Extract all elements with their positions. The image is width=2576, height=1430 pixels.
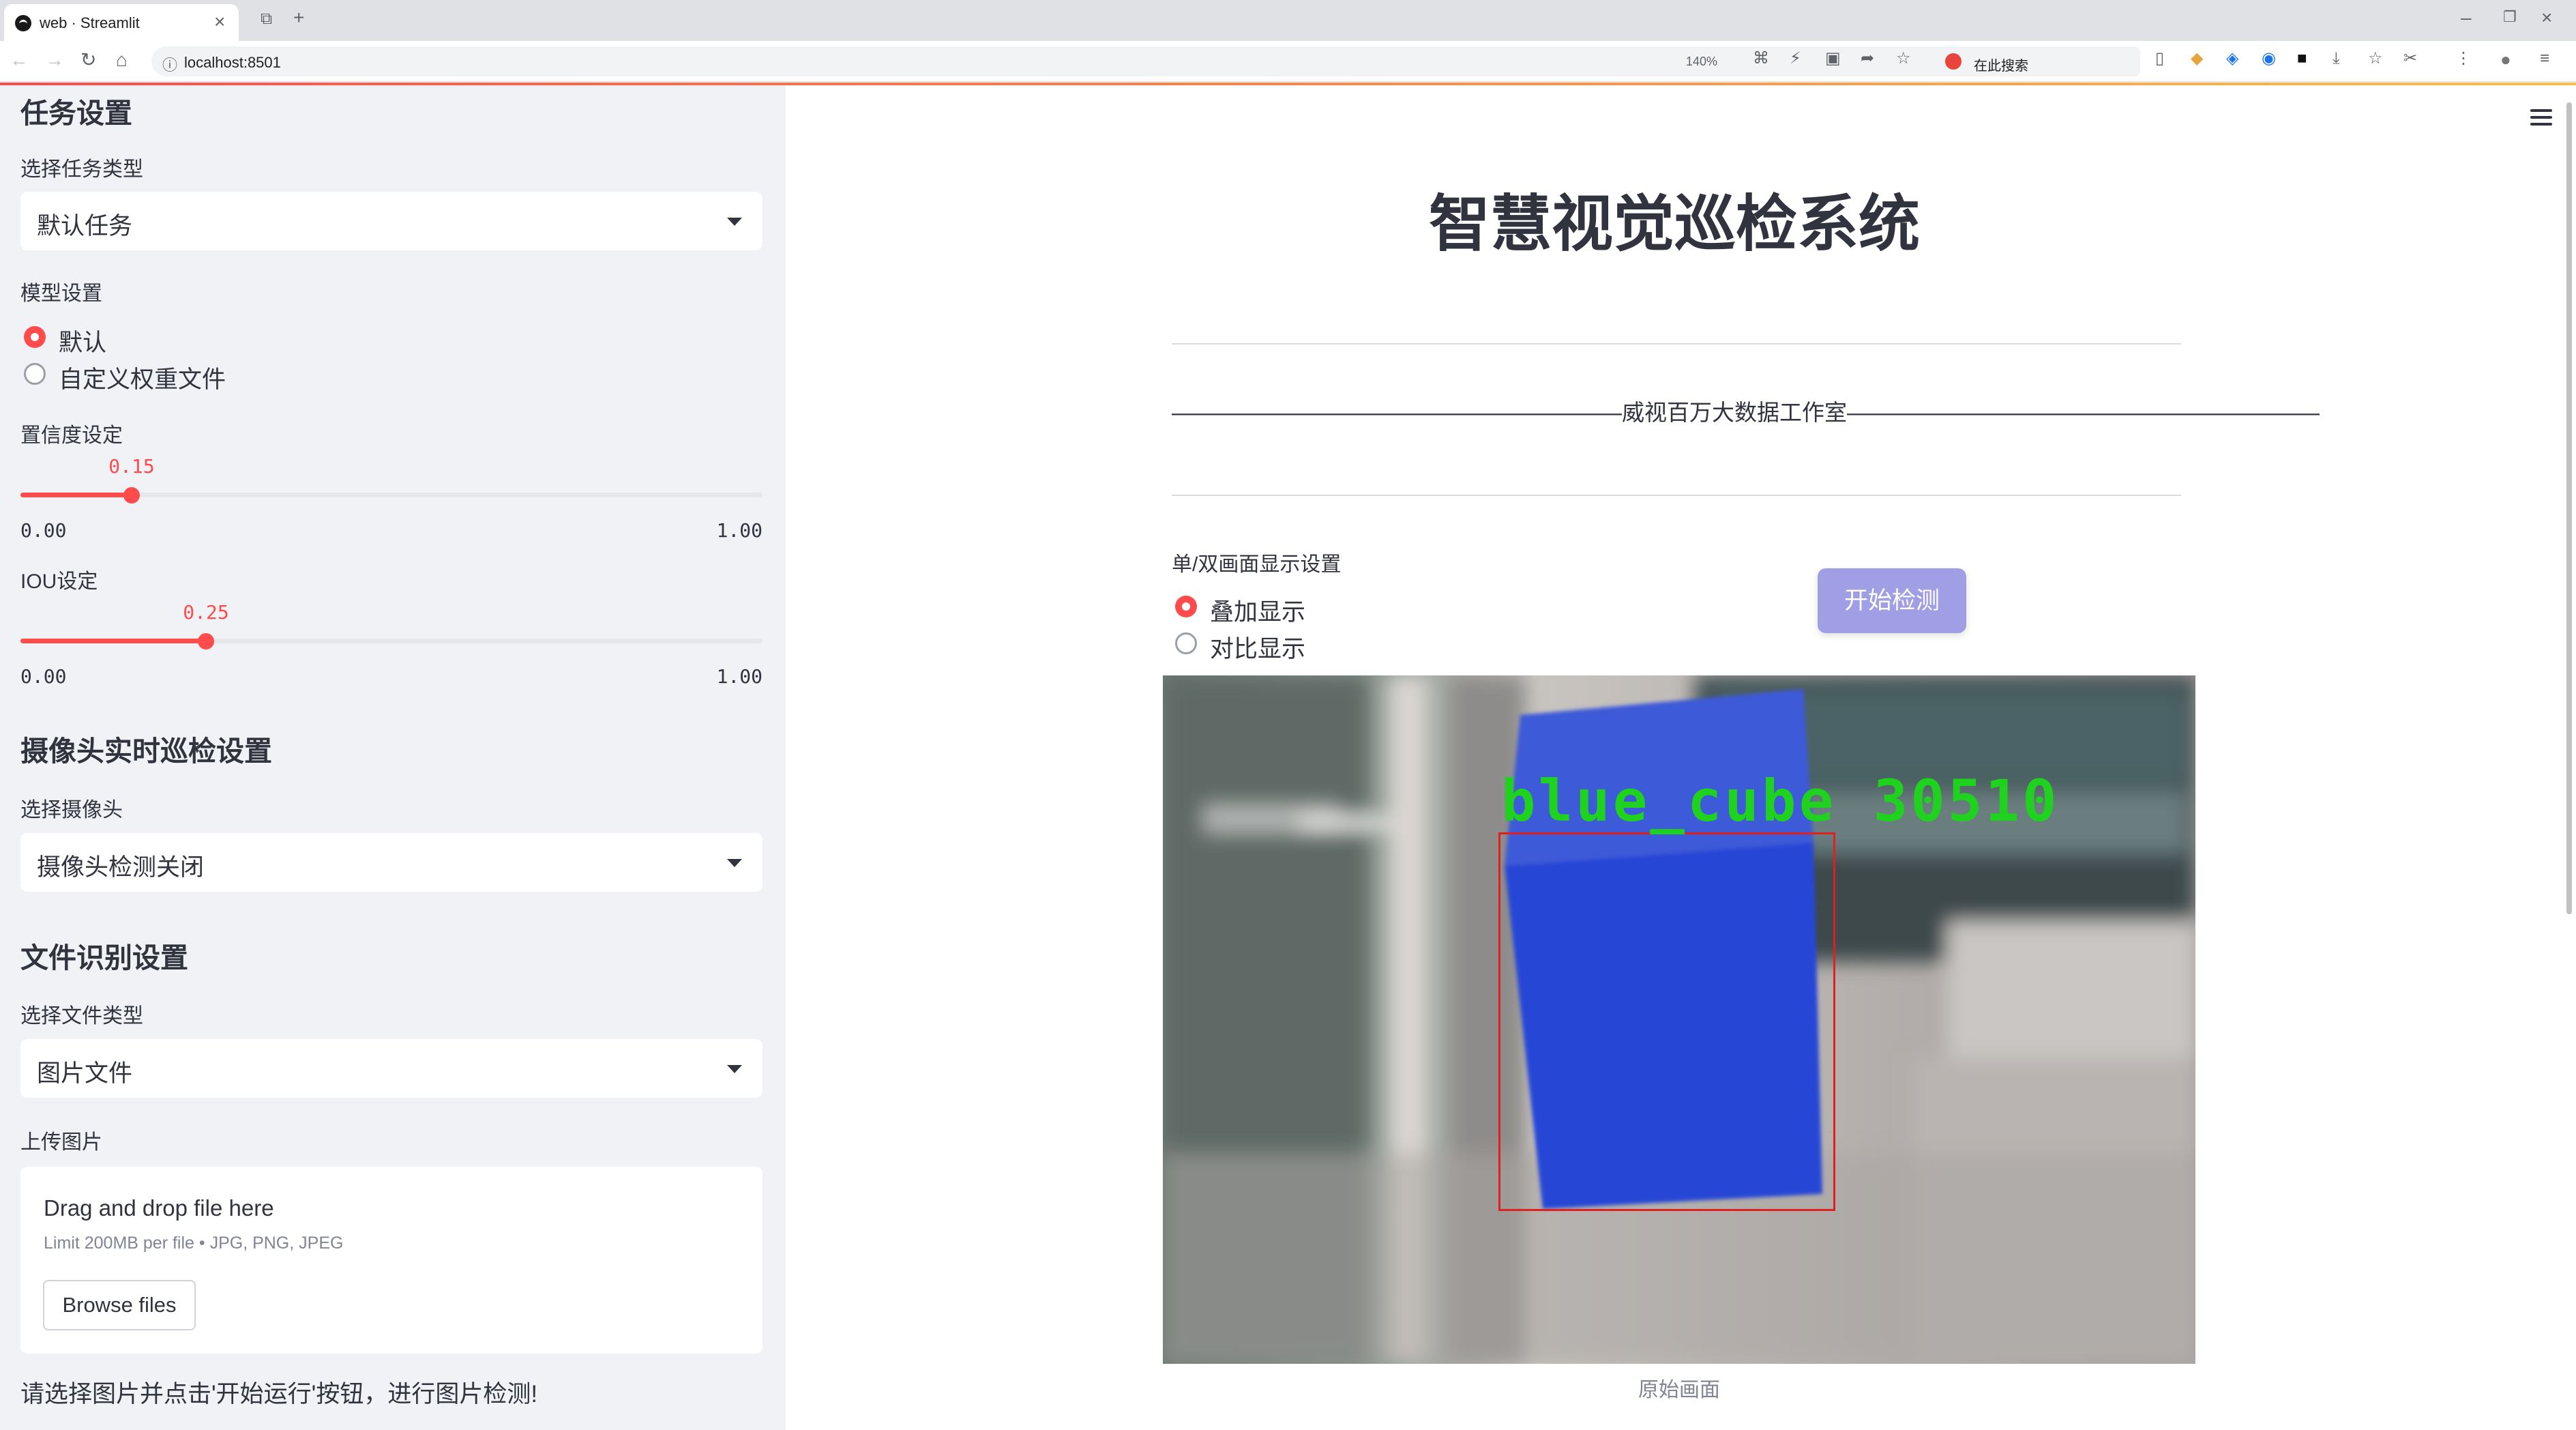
divider <box>1172 495 2181 496</box>
display-option-label: 对比显示 <box>1210 636 1306 662</box>
forward-icon[interactable]: → <box>45 50 64 70</box>
slider-max: 1.00 <box>716 665 763 688</box>
tab-actions-icon[interactable]: ⧉ <box>261 11 272 27</box>
camera-value: 摄像头检测关闭 <box>37 854 205 881</box>
reload-icon[interactable]: ↻ <box>80 50 96 70</box>
back-icon[interactable]: ← <box>10 50 29 70</box>
main-scrollbar[interactable] <box>2566 102 2572 914</box>
profile-avatar-icon[interactable]: ● <box>2500 50 2511 68</box>
tab-close-icon[interactable]: × <box>214 11 225 33</box>
search-engine-icon[interactable] <box>1945 53 1961 70</box>
slider-fill <box>20 639 206 643</box>
share-icon[interactable]: ➦ <box>1861 50 1874 67</box>
search-placeholder: 在此搜索 <box>1974 59 2028 74</box>
camera-section-heading: 摄像头实时巡检设置 <box>20 735 272 767</box>
studio-banner: ————————————————————威视百万大数据工作室——————————… <box>1172 400 2320 425</box>
start-detection-button[interactable]: 开始检测 <box>1818 568 1966 633</box>
address-toolbar: ← → ↻ ⌂ ⓘ localhost:8501 140% ⌘ ⚡ ▣ ➦ ☆ … <box>0 41 2576 82</box>
upload-label: 上传图片 <box>20 1131 102 1154</box>
task-type-value: 默认任务 <box>37 213 133 239</box>
site-info-icon[interactable]: ⓘ <box>162 53 177 75</box>
file-section-heading: 文件识别设置 <box>20 942 188 974</box>
slider-fill <box>20 493 132 497</box>
task-type-select[interactable]: 默认任务 <box>20 192 763 250</box>
scissors-icon[interactable]: ✂ <box>2403 50 2417 67</box>
search-box[interactable]: 在此搜索 <box>1936 46 2140 76</box>
streamlit-favicon-icon <box>15 15 31 31</box>
slider-value: 0.15 <box>108 455 155 478</box>
detection-label: blue_cube 30510 <box>1501 768 2060 834</box>
extension3-icon[interactable]: ◉ <box>2262 50 2276 67</box>
lightning-icon[interactable]: ⚡ <box>1790 50 1801 67</box>
task-section-heading: 任务设置 <box>20 98 132 129</box>
confidence-slider[interactable]: 0.15 0.00 1.00 <box>20 444 763 542</box>
browser-tab[interactable]: web · Streamlit × <box>4 4 239 41</box>
chevron-down-icon <box>727 859 742 867</box>
extension-icon[interactable]: ◆ <box>2191 50 2203 67</box>
file-type-value: 图片文件 <box>37 1060 133 1087</box>
slider-thumb[interactable] <box>123 487 140 504</box>
instruction-text: 请选择图片并点击'开始运行'按钮，进行图片检测! <box>20 1381 538 1407</box>
upload-title: Drag and drop file here <box>44 1195 274 1221</box>
radio-unselected-icon[interactable] <box>1175 632 1197 654</box>
slider-min: 0.00 <box>20 519 67 542</box>
mobile-icon[interactable]: ▯ <box>2155 50 2164 67</box>
tab-title: web · Streamlit <box>40 14 140 31</box>
url-text: localhost:8501 <box>184 54 281 71</box>
sidebar: 任务设置 选择任务类型 默认任务 模型设置 默认 自定义权重文件 置信度设定 0… <box>0 85 786 1430</box>
iou-slider[interactable]: 0.25 0.00 1.00 <box>20 590 763 688</box>
favorites-icon[interactable]: ☆ <box>2368 50 2383 67</box>
file-uploader-dropzone[interactable]: Drag and drop file here Limit 200MB per … <box>20 1167 763 1354</box>
slider-max: 1.00 <box>716 519 763 542</box>
address-bar[interactable]: ⓘ localhost:8501 140% <box>151 46 2109 76</box>
camera-select[interactable]: 摄像头检测关闭 <box>20 833 763 892</box>
browser-menu-icon[interactable]: ≡ <box>2540 50 2549 67</box>
hamburger-menu-icon[interactable] <box>2530 109 2552 126</box>
camera-label: 选择摄像头 <box>20 799 123 821</box>
radio-selected-icon[interactable] <box>24 326 46 348</box>
divider <box>1172 343 2181 345</box>
model-label: 模型设置 <box>20 282 102 305</box>
slider-thumb[interactable] <box>198 633 214 650</box>
slider-min: 0.00 <box>20 665 67 688</box>
radio-unselected-icon[interactable] <box>24 363 46 385</box>
new-tab-icon[interactable]: + <box>293 8 304 27</box>
restore-icon[interactable]: ❐ <box>2503 10 2517 25</box>
detection-bounding-box <box>1498 832 1835 1211</box>
chevron-down-icon <box>727 218 742 226</box>
bookmark-star-icon[interactable]: ☆ <box>1896 50 1911 67</box>
upload-limit: Limit 200MB per file • JPG, PNG, JPEG <box>44 1234 344 1253</box>
download-icon[interactable]: ⤓ <box>2333 50 2340 67</box>
model-option-label: 默认 <box>59 330 107 356</box>
more-menu-icon[interactable]: ⋮ <box>2455 50 2472 67</box>
file-type-label: 选择文件类型 <box>20 1005 143 1027</box>
zoom-level[interactable]: 140% <box>1686 55 1717 69</box>
screenshot-icon[interactable]: ▣ <box>1825 50 1841 67</box>
chevron-down-icon <box>727 1065 742 1073</box>
extension2-icon[interactable]: ◈ <box>2226 50 2238 67</box>
extension4-icon[interactable]: ■ <box>2297 50 2307 67</box>
translate-icon[interactable]: ⌘ <box>1753 50 1769 67</box>
window-close-icon[interactable]: × <box>2541 8 2552 27</box>
detection-result-image: blue_cube 30510 <box>1163 675 2195 1364</box>
model-option-label: 自定义权重文件 <box>59 366 226 393</box>
browser-tab-bar: web · Streamlit × ⧉ + – ❐ × <box>0 0 2576 41</box>
browse-files-button[interactable]: Browse files <box>43 1280 196 1330</box>
slider-value: 0.25 <box>183 601 229 624</box>
display-option-label: 叠加显示 <box>1210 599 1306 626</box>
minimize-icon[interactable]: – <box>2461 8 2472 27</box>
task-type-label: 选择任务类型 <box>20 158 143 181</box>
home-icon[interactable]: ⌂ <box>116 50 128 70</box>
file-type-select[interactable]: 图片文件 <box>20 1039 763 1098</box>
radio-selected-icon[interactable] <box>1175 596 1197 617</box>
image-caption: 原始画面 <box>1638 1379 1720 1401</box>
display-mode-label: 单/双画面显示设置 <box>1172 553 1342 576</box>
page-title: 智慧视觉巡检系统 <box>1429 190 1920 259</box>
